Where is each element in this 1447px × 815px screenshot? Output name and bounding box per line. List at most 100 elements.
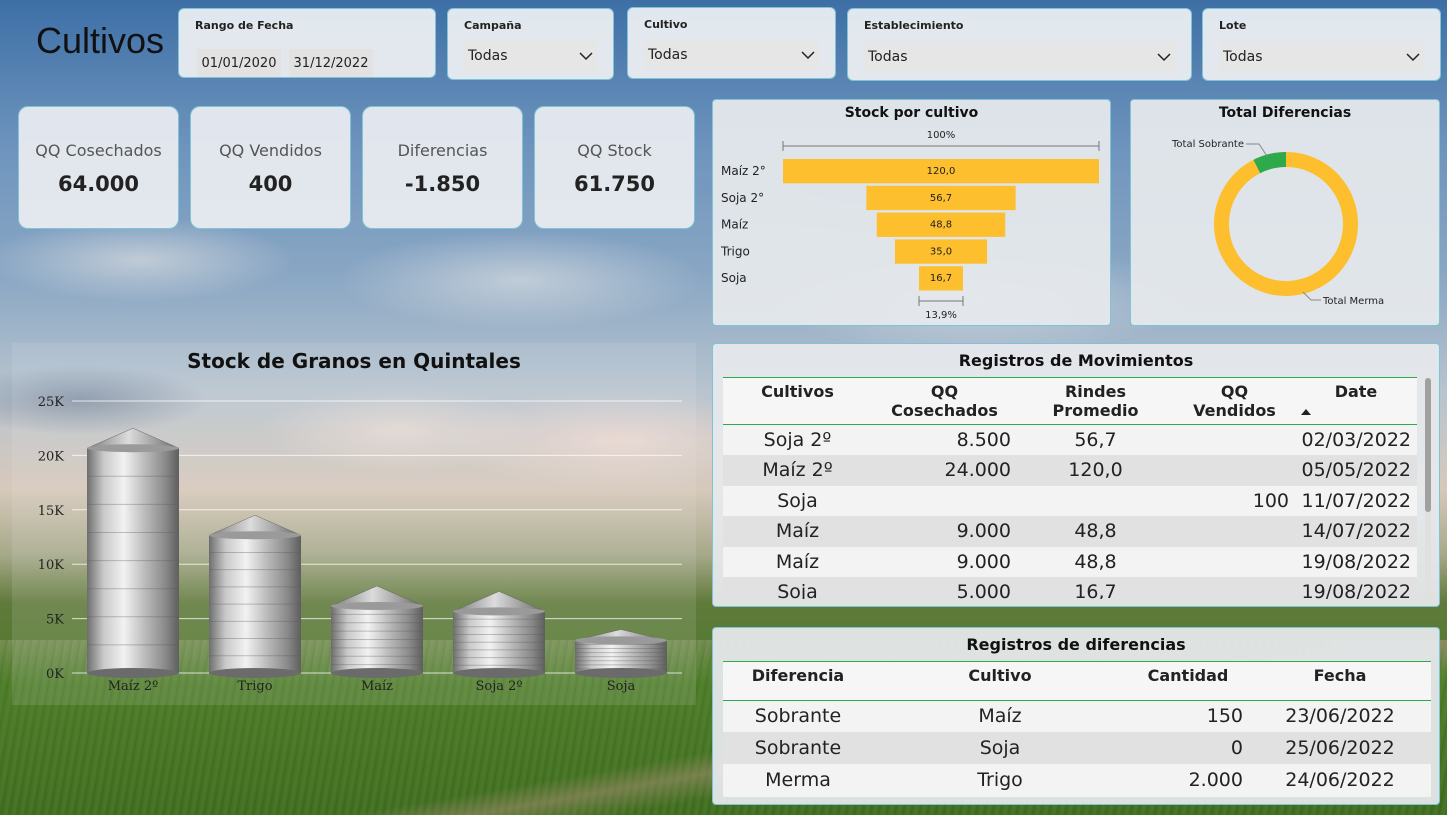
chevron-down-icon: [579, 52, 593, 61]
table-row[interactable]: Merma Trigo 2.000 24/06/2022: [723, 764, 1431, 796]
chevron-down-icon: [801, 51, 815, 60]
col-header-vendidos[interactable]: QQ Vendidos: [1174, 378, 1295, 425]
cell: Maíz: [723, 516, 872, 547]
cell: [1017, 485, 1174, 516]
kpi-label: QQ Stock: [577, 141, 652, 160]
kpi-card-stock[interactable]: QQ Stock 61.750: [534, 106, 695, 229]
table-row[interactable]: Maíz 9.000 48,8 19/08/2022: [723, 546, 1417, 577]
cell: 48,8: [1017, 516, 1174, 547]
cell: [1174, 516, 1295, 547]
stock-granos-chart-panel[interactable]: Stock de Granos en Quintales 0K 5K 10K 15K 2…: [12, 343, 696, 705]
table-row[interactable]: Maíz 9.000 48,8 14/07/2022: [723, 516, 1417, 547]
x-tick-label: Soja: [607, 679, 636, 694]
kpi-card-vendidos[interactable]: QQ Vendidos 400: [190, 106, 351, 229]
silo-bar-chart: 0K 5K 10K 15K 20K 25K Maíz 2º Trigo Maíz Soja 2º S…: [38, 395, 682, 694]
silo-bar[interactable]: [574, 629, 668, 678]
date-range-slicer[interactable]: Rango de Fecha 01/01/2020 31/12/2022: [178, 8, 436, 78]
table-row[interactable]: Sobrante Soja 0 25/06/2022: [723, 732, 1431, 764]
funnel-bottom-pct: 13,9%: [925, 310, 957, 321]
cell: 9.000: [872, 516, 1017, 547]
donut-slice-merma[interactable]: [1214, 152, 1358, 296]
cell: Maíz: [723, 546, 872, 577]
cultivo-slicer[interactable]: Cultivo Todas: [627, 7, 836, 79]
total-diferencias-panel[interactable]: Total Diferencias Total Sobrante Total Me…: [1130, 99, 1440, 326]
kpi-card-cosechados[interactable]: QQ Cosechados 64.000: [18, 106, 179, 229]
movimientos-table: Cultivos QQ Cosechados Rindes Promedio Q…: [723, 378, 1417, 599]
silo-bar[interactable]: [208, 514, 302, 678]
donut-label-sobrante: Total Sobrante: [1171, 139, 1244, 150]
cell: 05/05/2022: [1295, 455, 1417, 486]
cell: 16,7: [1017, 577, 1174, 599]
cell: [1174, 577, 1295, 599]
cell: 11/07/2022: [1295, 485, 1417, 516]
kpi-card-diferencias[interactable]: Diferencias -1.850: [362, 106, 523, 229]
table-row[interactable]: Maíz 2º 24.000 120,0 05/05/2022: [723, 455, 1417, 486]
col-header-cultivos[interactable]: Cultivos: [723, 378, 872, 425]
stock-por-cultivo-panel[interactable]: Stock por cultivo 100% 120,0 Maíz 2° 56,7 So…: [712, 99, 1111, 326]
funnel-category-label: Trigo: [720, 244, 750, 258]
table-row[interactable]: Soja 5.000 16,7 19/08/2022: [723, 577, 1417, 599]
silo-bar[interactable]: [452, 591, 546, 678]
kpi-label: QQ Cosechados: [35, 141, 162, 160]
donut-label-merma: Total Merma: [1322, 296, 1384, 307]
donut-chart: Total Sobrante Total Merma: [1171, 139, 1384, 307]
funnel-bar-value: 35,0: [930, 246, 952, 257]
col-header-cultivo[interactable]: Cultivo: [873, 662, 1127, 700]
kpi-label: Diferencias: [397, 141, 488, 160]
cell: Maíz: [873, 700, 1127, 732]
col-header-rindes[interactable]: Rindes Promedio: [1017, 378, 1174, 425]
y-tick-label: 25K: [38, 395, 65, 410]
leader-line: [1246, 143, 1268, 157]
silo-base: [87, 668, 179, 678]
col-header-diferencia[interactable]: Diferencia: [723, 662, 873, 700]
x-tick-label: Maíz: [361, 679, 393, 694]
x-tick-label: Trigo: [237, 679, 272, 694]
date-start-input[interactable]: 01/01/2020: [197, 49, 281, 77]
col-header-date[interactable]: Date: [1295, 378, 1417, 425]
cell: 24/06/2022: [1249, 764, 1431, 796]
col-header-cantidad[interactable]: Cantidad: [1127, 662, 1249, 700]
silo-rim: [331, 601, 423, 610]
campana-slicer[interactable]: Campaña Todas: [447, 8, 614, 80]
cultivo-dropdown[interactable]: Todas: [644, 40, 819, 70]
establecimiento-label: Establecimiento: [864, 19, 964, 32]
lote-dropdown[interactable]: Todas: [1219, 42, 1424, 72]
silo-bar[interactable]: [86, 427, 180, 678]
silo-bar[interactable]: [330, 585, 424, 678]
sort-ascending-icon[interactable]: [1300, 408, 1312, 416]
cell: Soja: [873, 732, 1127, 764]
campana-dropdown[interactable]: Todas: [464, 41, 597, 71]
col-header-cosechados[interactable]: QQ Cosechados: [872, 378, 1017, 425]
funnel-bar-value: 120,0: [927, 166, 956, 177]
silo-base: [331, 668, 423, 678]
table-row[interactable]: Soja 2º 8.500 56,7 02/03/2022: [723, 424, 1417, 455]
cell: [1174, 546, 1295, 577]
col-header-fecha[interactable]: Fecha: [1249, 662, 1431, 700]
campana-label: Campaña: [464, 19, 522, 32]
establecimiento-dropdown[interactable]: Todas: [864, 42, 1175, 72]
lote-slicer[interactable]: Lote Todas: [1202, 8, 1441, 81]
movimientos-table-panel[interactable]: Registros de Movimientos Cultivos QQ Cos…: [712, 343, 1440, 607]
cultivo-label: Cultivo: [644, 18, 688, 31]
cell: 2.000: [1127, 764, 1249, 796]
cell: 150: [1127, 700, 1249, 732]
y-tick-label: 10K: [38, 558, 65, 573]
scrollbar-thumb[interactable]: [1425, 378, 1431, 512]
cell: 100: [1174, 485, 1295, 516]
cell: 0: [1127, 732, 1249, 764]
establecimiento-slicer[interactable]: Establecimiento Todas: [847, 8, 1192, 81]
diferencias-table-panel[interactable]: Registros de diferencias Diferencia Cult…: [712, 627, 1440, 805]
funnel-chart: 100% 120,0 Maíz 2° 56,7 Soja 2° 48,8 Maíz 35,0 T…: [720, 130, 1100, 321]
cell: Sobrante: [723, 700, 873, 732]
cell: [1174, 424, 1295, 455]
funnel-bar-value: 48,8: [930, 220, 952, 231]
date-end-input[interactable]: 31/12/2022: [289, 49, 373, 77]
col-header-date-label: Date: [1334, 382, 1378, 401]
silo-rim: [575, 636, 667, 645]
cell: [872, 485, 1017, 516]
funnel-title: Stock por cultivo: [844, 105, 979, 121]
table-row[interactable]: Sobrante Maíz 150 23/06/2022: [723, 700, 1431, 732]
cell: Merma: [723, 764, 873, 796]
vertical-scrollbar[interactable]: [1425, 378, 1431, 598]
table-row[interactable]: Soja 100 11/07/2022: [723, 485, 1417, 516]
